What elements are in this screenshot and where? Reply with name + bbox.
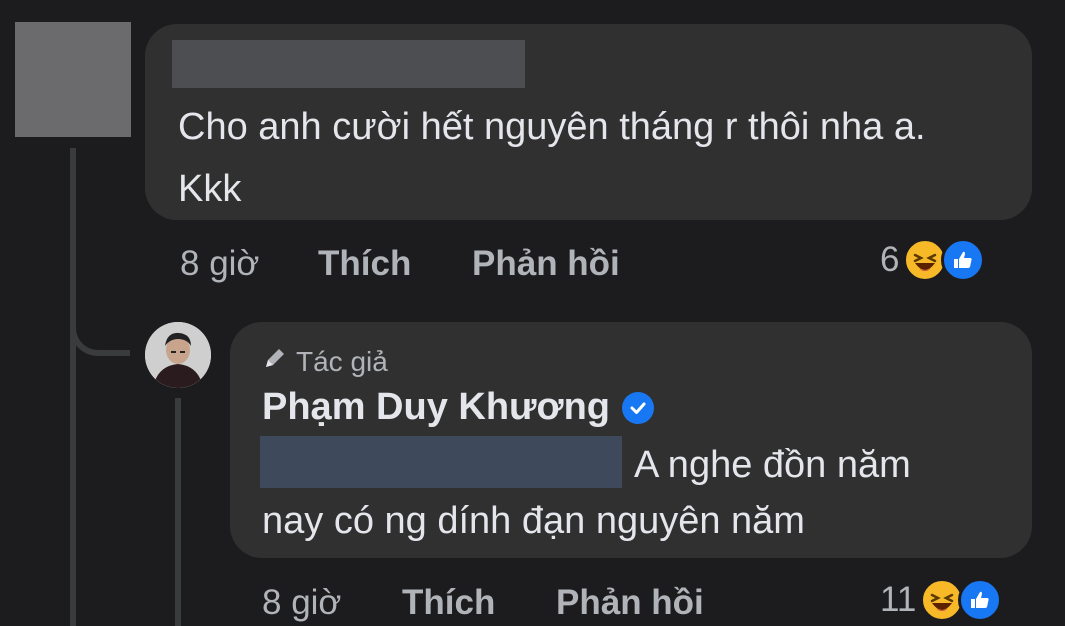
commenter-name-redacted[interactable]	[172, 40, 525, 88]
thread-line-curve	[70, 300, 130, 356]
author-badge-label: Tác giả	[296, 345, 388, 377]
reply-reaction-count: 11	[880, 580, 917, 619]
author-badge: Tác giả	[262, 345, 388, 378]
reaction-count: 6	[880, 240, 900, 279]
reply-text-line2: nay có ng dính đạn nguyên năm	[262, 500, 805, 542]
author-avatar[interactable]	[145, 322, 211, 388]
reply-like-link[interactable]: Thích	[402, 582, 495, 624]
reply-time[interactable]: 8 giờ	[262, 582, 341, 624]
reply-reply-link[interactable]: Phản hồi	[556, 582, 704, 624]
pencil-icon	[262, 345, 288, 378]
thread-line-vertical	[70, 148, 76, 626]
reply-reaction-summary[interactable]: 11	[880, 578, 1003, 622]
reply-link[interactable]: Phản hồi	[472, 243, 620, 285]
commenter-avatar-redacted[interactable]	[15, 22, 131, 137]
comment-time[interactable]: 8 giờ	[180, 243, 259, 285]
like-link[interactable]: Thích	[318, 243, 411, 285]
mention-redacted[interactable]	[260, 436, 622, 488]
reply-thread-line	[175, 398, 181, 626]
like-icon	[941, 238, 986, 282]
author-name[interactable]: Phạm Duy Khương	[262, 386, 654, 429]
reaction-summary[interactable]: 6	[880, 238, 986, 282]
avatar-photo	[145, 322, 211, 388]
author-name-text: Phạm Duy Khương	[262, 386, 610, 428]
verified-icon	[622, 391, 654, 424]
like-icon	[958, 578, 1003, 622]
comment-text: Cho anh cười hết nguyên tháng r thôi nha…	[178, 106, 926, 210]
reply-text-line1: A nghe đồn năm	[634, 444, 911, 486]
